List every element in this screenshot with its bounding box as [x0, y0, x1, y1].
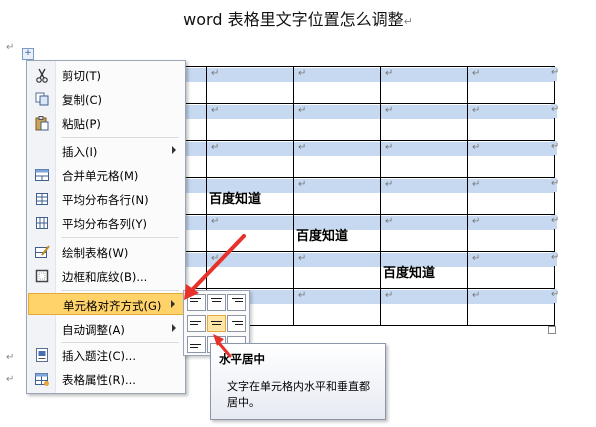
red-arrow-icon: [213, 334, 232, 358]
red-arrow-icon: [184, 234, 246, 300]
annotation-arrows: [184, 234, 246, 358]
